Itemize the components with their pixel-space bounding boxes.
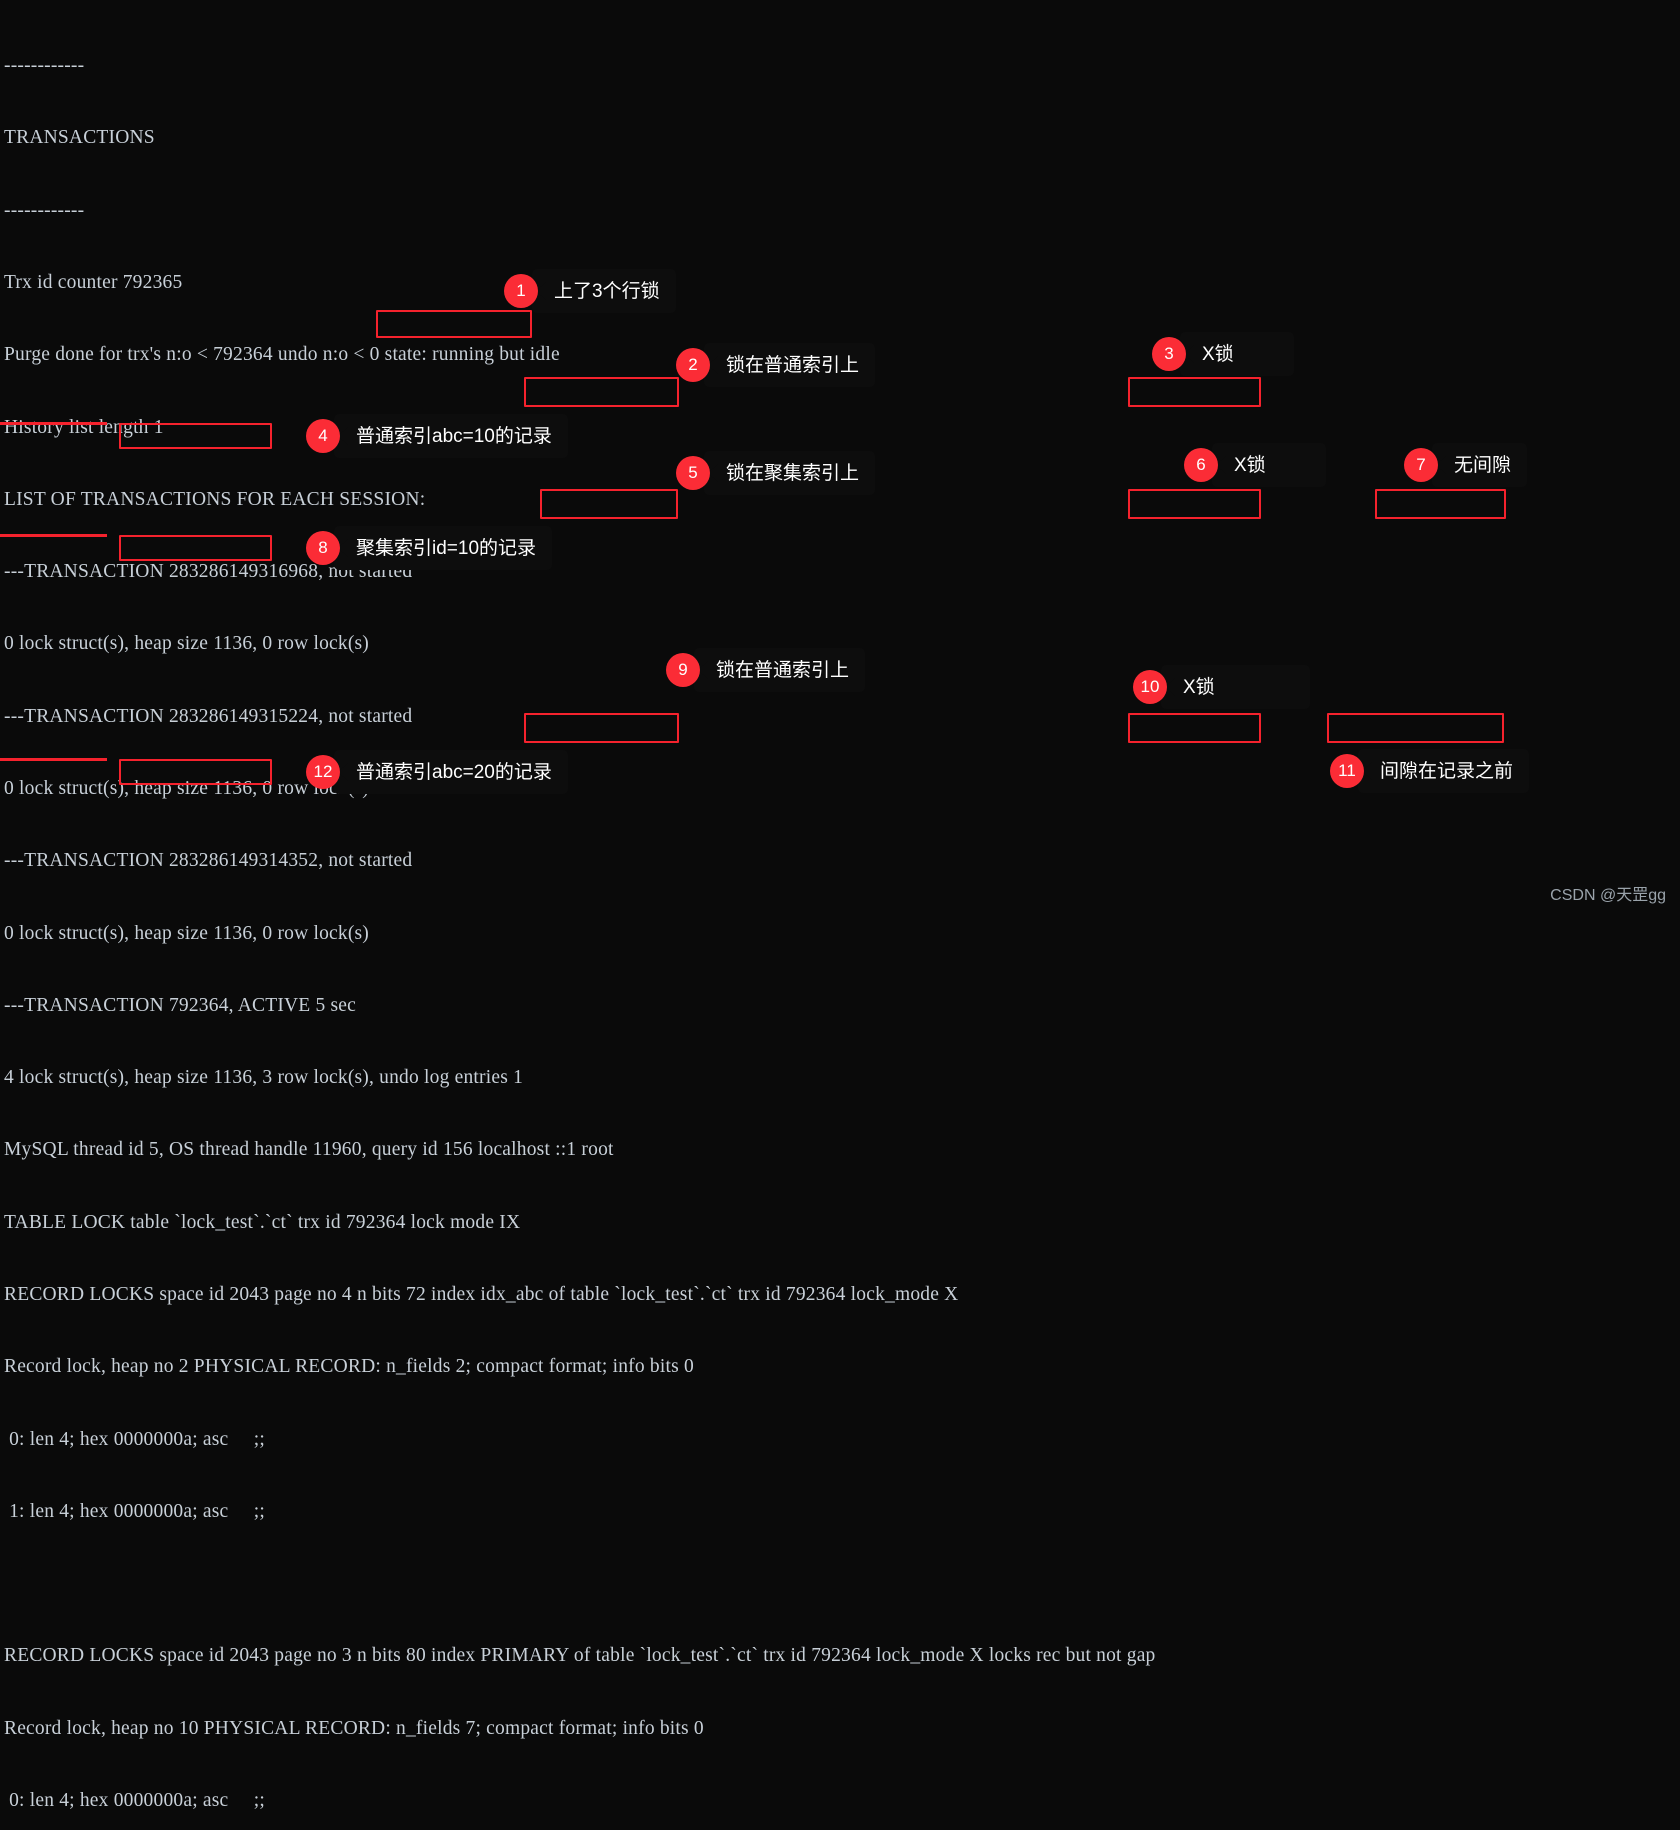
terminal-line: 4 lock struct(s), heap size 1136, 3 row … [4, 1067, 524, 1089]
terminal-line: Record lock, heap no 2 PHYSICAL RECORD: … [4, 1356, 694, 1378]
annotation-4[interactable]: 4 普通索引abc=10的记录 [306, 414, 568, 458]
terminal-line: RECORD LOCKS space id 2043 page no 3 n b… [4, 1645, 1156, 1667]
terminal-line: Trx id counter 792365 [4, 272, 183, 294]
terminal-line: TRANSACTIONS [4, 127, 155, 149]
red-underline-1 [0, 422, 107, 425]
annotation-9[interactable]: 9 锁在普通索引上 [666, 648, 866, 692]
terminal-line: MySQL thread id 5, OS thread handle 1196… [4, 1139, 614, 1161]
annotation-badge: 8 [306, 531, 340, 565]
annotation-label: X锁 [1161, 665, 1310, 709]
annotation-badge: 9 [666, 653, 700, 687]
annotation-label: 上了3个行锁 [532, 269, 676, 313]
annotation-label: 锁在普通索引上 [704, 343, 876, 387]
annotation-badge: 12 [306, 755, 340, 789]
terminal-line: 1: len 4; hex 0000000a; asc ;; [4, 1500, 265, 1522]
terminal-line: 0: len 4; hex 0000000a; asc ;; [4, 1428, 265, 1450]
terminal-line: RECORD LOCKS space id 2043 page no 4 n b… [4, 1283, 959, 1305]
annotation-label: 聚集索引id=10的记录 [334, 526, 553, 570]
annotation-label: 锁在普通索引上 [694, 648, 866, 692]
red-underline-3 [0, 758, 107, 761]
annotation-label: 普通索引abc=10的记录 [334, 414, 568, 458]
annotation-badge: 1 [504, 274, 538, 308]
annotation-label: X锁 [1212, 443, 1326, 487]
annotation-badge: 2 [676, 348, 710, 382]
annotation-6[interactable]: 6 X锁 [1184, 443, 1326, 487]
watermark: CSDN @天罡gg [1550, 887, 1666, 904]
terminal-line: ---TRANSACTION 283286149316968, not star… [4, 561, 413, 583]
terminal-line: TABLE LOCK table `lock_test`.`ct` trx id… [4, 1211, 521, 1233]
annotation-badge: 11 [1330, 754, 1364, 788]
annotation-label: X锁 [1180, 332, 1294, 376]
annotation-badge: 6 [1184, 448, 1218, 482]
annotation-label: 锁在聚集索引上 [704, 451, 876, 495]
terminal-line: 0: len 4; hex 0000000a; asc ;; [4, 1789, 265, 1811]
annotation-badge: 3 [1152, 337, 1186, 371]
terminal-line: ---TRANSACTION 283286149315224, not star… [4, 705, 413, 727]
annotation-badge: 4 [306, 419, 340, 453]
terminal-line: ------------ [4, 199, 85, 221]
terminal-line: ------------ [4, 55, 85, 77]
annotation-label: 无间隙 [1432, 443, 1528, 487]
red-underline-2 [0, 534, 107, 537]
terminal-line: 0 lock struct(s), heap size 1136, 0 row … [4, 922, 369, 944]
annotation-badge: 10 [1133, 670, 1167, 704]
annotation-2[interactable]: 2 锁在普通索引上 [676, 343, 876, 387]
annotation-1[interactable]: 1 上了3个行锁 [504, 269, 676, 313]
annotation-badge: 7 [1404, 448, 1438, 482]
terminal-line: ---TRANSACTION 283286149314352, not star… [4, 850, 413, 872]
annotation-badge: 5 [676, 456, 710, 490]
annotation-10[interactable]: 10 X锁 [1133, 665, 1310, 709]
annotation-11[interactable]: 11 间隙在记录之前 [1330, 749, 1530, 793]
terminal-line: Record lock, heap no 10 PHYSICAL RECORD:… [4, 1717, 704, 1739]
terminal-line: ---TRANSACTION 792364, ACTIVE 5 sec [4, 994, 357, 1016]
annotation-7[interactable]: 7 无间隙 [1404, 443, 1528, 487]
annotation-8[interactable]: 8 聚集索引id=10的记录 [306, 526, 553, 570]
annotation-3[interactable]: 3 X锁 [1152, 332, 1294, 376]
annotation-12[interactable]: 12 普通索引abc=20的记录 [306, 750, 568, 794]
annotation-label: 普通索引abc=20的记录 [334, 750, 568, 794]
annotation-label: 间隙在记录之前 [1358, 749, 1530, 793]
annotation-5[interactable]: 5 锁在聚集索引上 [676, 451, 876, 495]
terminal-line: History list length 1 [4, 416, 164, 438]
